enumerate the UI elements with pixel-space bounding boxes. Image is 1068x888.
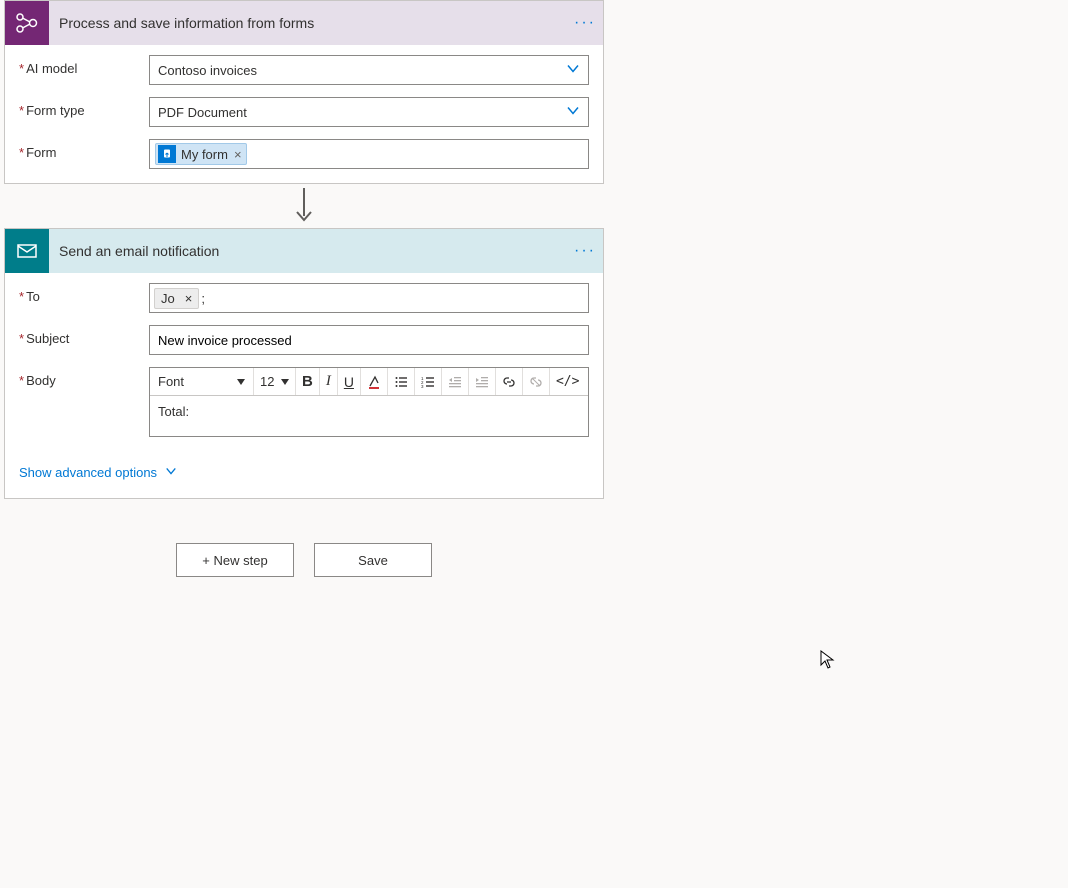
card-menu-button[interactable]: ··· xyxy=(567,242,603,260)
body-editor: Font 12 B I U xyxy=(149,367,589,437)
form-type-select[interactable]: PDF Document xyxy=(149,97,589,127)
unlink-button[interactable] xyxy=(523,368,550,395)
chevron-down-icon xyxy=(566,104,580,121)
italic-button[interactable]: I xyxy=(320,368,338,395)
link-button[interactable] xyxy=(496,368,523,395)
card-header[interactable]: Send an email notification ··· xyxy=(5,229,603,273)
remove-chip-icon[interactable]: × xyxy=(185,291,193,306)
ai-builder-icon xyxy=(5,1,49,45)
rte-toolbar: Font 12 B I U xyxy=(150,368,588,396)
svg-text:3: 3 xyxy=(421,384,424,389)
outdent-button[interactable] xyxy=(442,368,469,395)
footer-buttons: + New step Save xyxy=(4,543,604,577)
save-button[interactable]: Save xyxy=(314,543,432,577)
bullet-list-button[interactable] xyxy=(388,368,415,395)
field-label-ai-model: *AI model xyxy=(19,55,149,76)
indent-button[interactable] xyxy=(469,368,496,395)
subject-input[interactable] xyxy=(149,325,589,355)
field-label-form-type: *Form type xyxy=(19,97,149,118)
flow-arrow xyxy=(4,184,604,228)
mail-icon xyxy=(5,229,49,273)
form-chip[interactable]: My form × xyxy=(155,143,247,165)
card-title: Process and save information from forms xyxy=(49,15,567,31)
chevron-down-icon xyxy=(566,62,580,79)
card-menu-button[interactable]: ··· xyxy=(567,14,603,32)
card-header[interactable]: Process and save information from forms … xyxy=(5,1,603,45)
font-color-button[interactable] xyxy=(361,368,388,395)
field-label-form: *Form xyxy=(19,139,149,160)
underline-button[interactable]: U xyxy=(338,368,361,395)
remove-chip-icon[interactable]: × xyxy=(234,147,242,162)
card-title: Send an email notification xyxy=(49,243,567,259)
code-view-button[interactable]: </> xyxy=(550,368,585,395)
show-advanced-options[interactable]: Show advanced options xyxy=(19,465,177,480)
cursor-icon xyxy=(820,650,836,673)
file-icon xyxy=(158,145,176,163)
field-label-to: *To xyxy=(19,283,149,304)
bold-button[interactable]: B xyxy=(296,368,320,395)
ai-model-select[interactable]: Contoso invoices xyxy=(149,55,589,85)
action-card-send-email: Send an email notification ··· *To Jo × … xyxy=(4,228,604,499)
recipient-chip[interactable]: Jo × xyxy=(154,288,199,309)
field-label-subject: *Subject xyxy=(19,325,149,346)
number-list-button[interactable]: 123 xyxy=(415,368,442,395)
field-label-body: *Body xyxy=(19,367,149,388)
action-card-process-forms: Process and save information from forms … xyxy=(4,0,604,184)
to-input[interactable]: Jo × ; xyxy=(149,283,589,313)
chevron-down-icon xyxy=(165,465,177,480)
new-step-button[interactable]: + New step xyxy=(176,543,294,577)
form-input[interactable]: My form × xyxy=(149,139,589,169)
font-select[interactable]: Font xyxy=(150,368,254,395)
font-size-select[interactable]: 12 xyxy=(254,368,296,395)
body-content[interactable]: Total: xyxy=(150,396,588,436)
